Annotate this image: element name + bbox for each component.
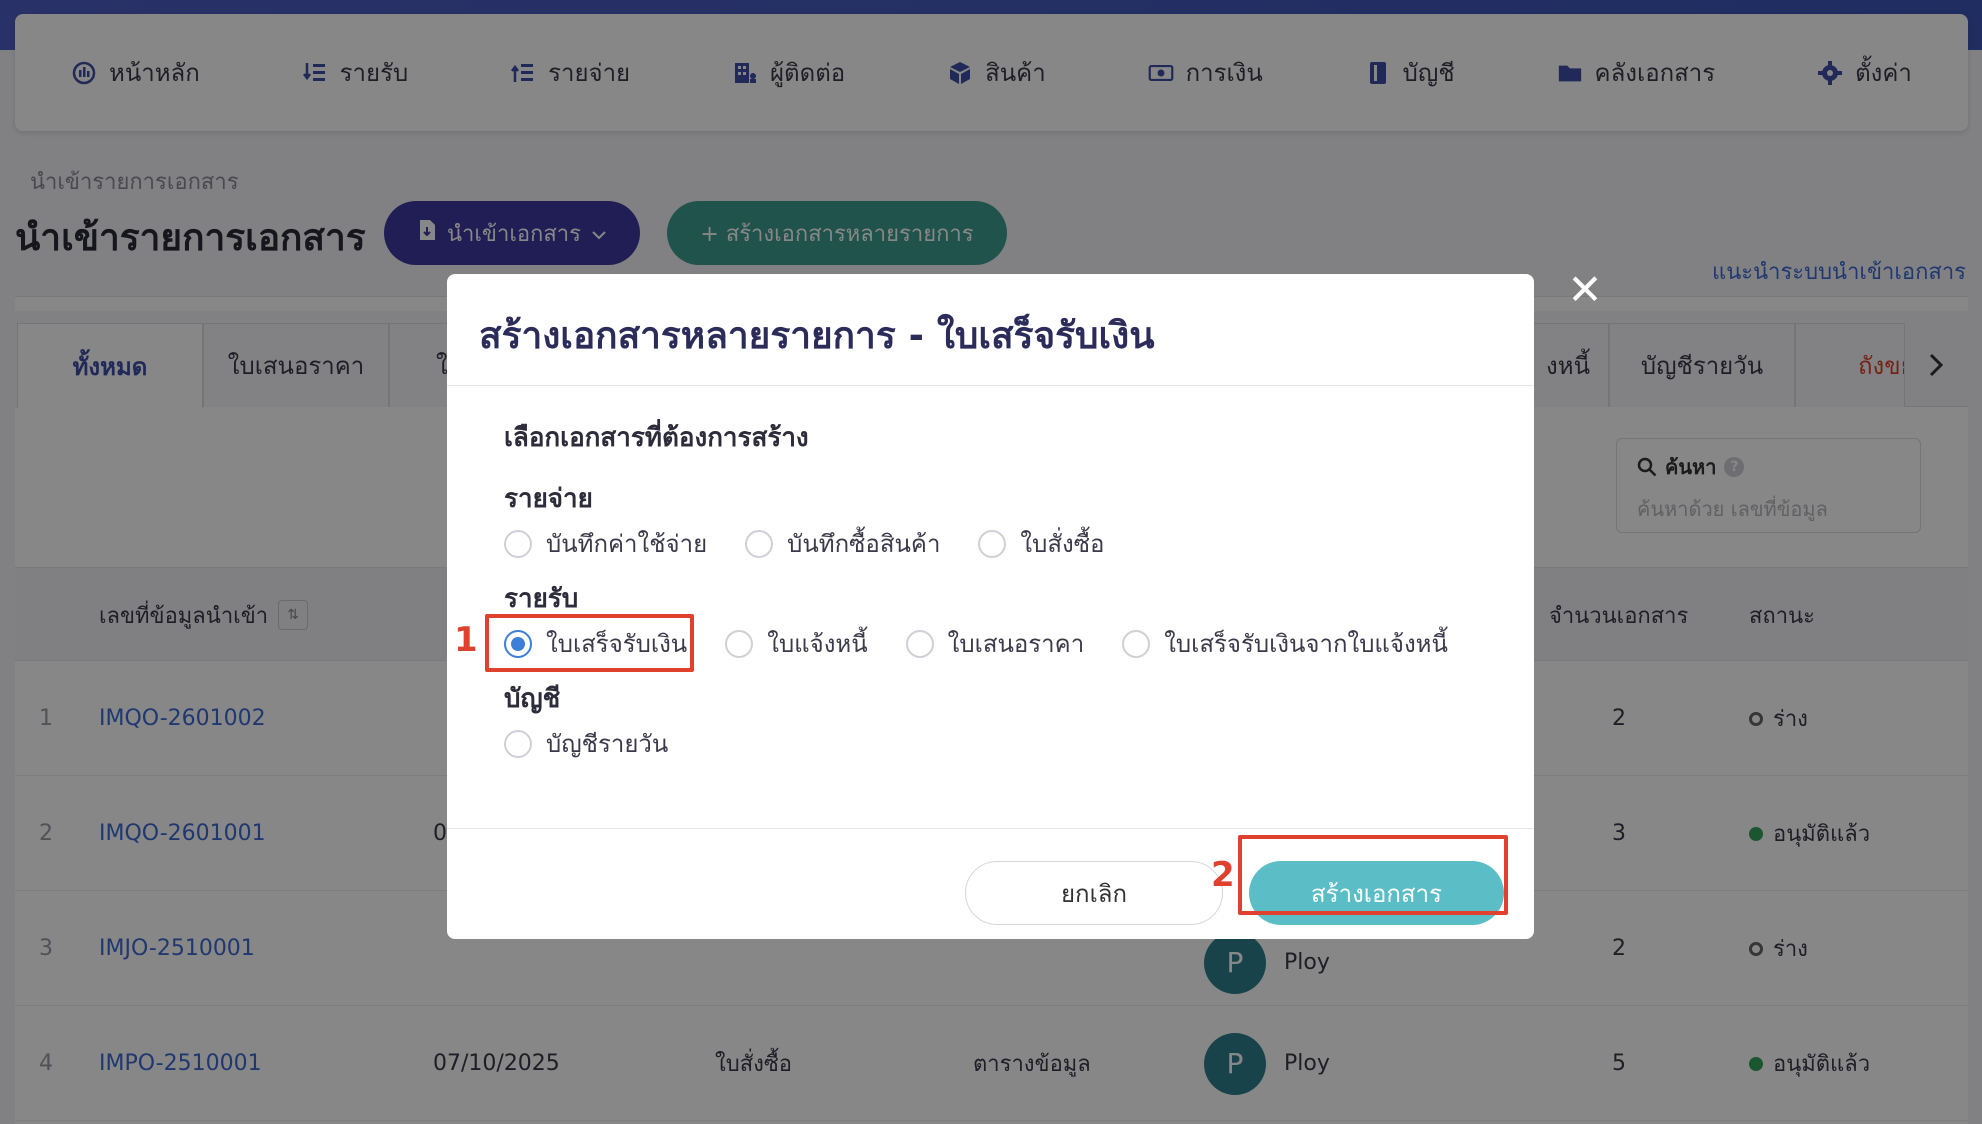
radio-circle (504, 529, 532, 558)
select-document-heading: เลือกเอกสารที่ต้องการสร้าง (504, 423, 809, 453)
radio-label: บันทึกค่าใช้จ่าย (546, 530, 708, 558)
group-label-income: รายรับ (504, 584, 579, 614)
radio-quotation[interactable]: ใบเสนอราคา (905, 624, 1085, 663)
radio-receipt-from-invoice[interactable]: ใบเสร็จรับเงินจากใบแจ้งหนี้ (1122, 624, 1448, 663)
radio-label: บัญชีรายวัน (546, 730, 669, 758)
radio-circle (725, 629, 754, 658)
step-number-2: 2 (1211, 855, 1235, 895)
radio-invoice[interactable]: ใบแจ้งหนี้ (725, 624, 868, 663)
radio-label: ใบสั่งซื้อ (1020, 530, 1105, 558)
radio-expense-record[interactable]: บันทึกค่าใช้จ่าย (504, 524, 707, 563)
radio-label: ใบแจ้งหนี้ (767, 630, 868, 658)
group-label-expense: รายจ่าย (504, 484, 593, 514)
radio-daily-ledger[interactable]: บัญชีรายวัน (504, 724, 668, 763)
modal-title: สร้างเอกสารหลายรายการ - ใบเสร็จรับเงิน (447, 274, 1534, 386)
radio-circle (504, 729, 532, 758)
step-number-1: 1 (454, 620, 478, 660)
radio-purchase-record[interactable]: บันทึกซื้อสินค้า (745, 524, 940, 563)
modal-body: เลือกเอกสารที่ต้องการสร้าง รายจ่าย บันทึ… (447, 386, 1534, 829)
radio-circle (905, 629, 934, 658)
radio-label: ใบเสร็จรับเงินจากใบแจ้งหนี้ (1164, 630, 1448, 658)
radio-group-expense: บันทึกค่าใช้จ่าย บันทึกซื้อสินค้า ใบสั่ง… (504, 524, 1142, 563)
highlight-box-create (1238, 835, 1508, 915)
radio-label: บันทึกซื้อสินค้า (787, 530, 941, 558)
group-label-account: บัญชี (504, 684, 561, 714)
radio-circle (978, 529, 1007, 558)
highlight-box-receipt (485, 614, 694, 672)
radio-circle (1122, 629, 1151, 658)
radio-purchase-order[interactable]: ใบสั่งซื้อ (978, 524, 1104, 563)
radio-circle (745, 529, 774, 558)
radio-group-account: บัญชีรายวัน (504, 724, 706, 763)
cancel-button[interactable]: ยกเลิก (965, 861, 1223, 925)
radio-label: ใบเสนอราคา (947, 630, 1085, 658)
close-icon[interactable]: ✕ (1567, 269, 1603, 311)
